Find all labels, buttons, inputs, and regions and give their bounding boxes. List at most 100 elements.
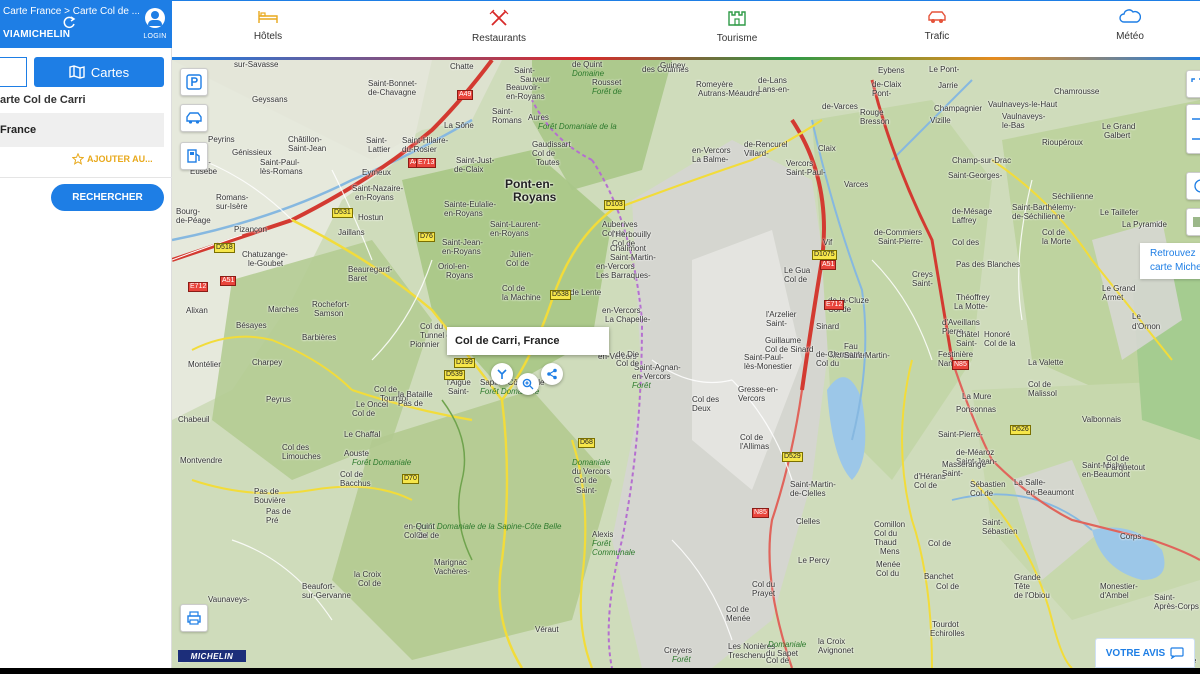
place-label: Saint-Paul- xyxy=(786,168,826,177)
place-label: Champ-sur-Drac xyxy=(952,156,1012,165)
share-icon[interactable] xyxy=(62,16,76,30)
place-label: Alixan xyxy=(186,306,208,315)
cloud-icon xyxy=(1119,9,1141,23)
car-icon xyxy=(928,11,946,23)
michelin-logo: MICHELIN xyxy=(178,650,246,662)
place-label: Saint- xyxy=(912,279,933,288)
place-label: Monestier- xyxy=(1100,582,1138,591)
search-input[interactable] xyxy=(0,57,27,87)
print-button[interactable] xyxy=(180,604,208,632)
place-label: Aures xyxy=(528,113,549,122)
place-label: en-Vercors xyxy=(692,146,731,155)
place-label: Rochefort- xyxy=(312,300,350,309)
place-label: Pont- xyxy=(872,89,892,98)
panel-header: Carte France > Carte Col de ... VIAMICHE… xyxy=(0,0,172,48)
zoom-here-button[interactable] xyxy=(517,373,539,395)
place-label: Lattier xyxy=(368,145,391,154)
place-label: Col de xyxy=(352,409,376,418)
place-label: Champagnier xyxy=(934,104,983,113)
place-label: Le Chaffal xyxy=(344,430,381,439)
place-label: Forêt Domaniale xyxy=(352,458,412,467)
road-label: N85 xyxy=(752,508,769,518)
search-button[interactable]: RECHERCHER xyxy=(51,184,164,211)
result-item[interactable]: France xyxy=(0,113,164,147)
layers-button[interactable] xyxy=(1186,208,1200,236)
nav-trafic[interactable]: Trafic xyxy=(877,9,997,42)
place-label: Col de la xyxy=(984,339,1016,348)
place-label: Mens xyxy=(880,547,900,556)
place-label: de-Péage xyxy=(176,216,211,225)
place-label: Col de xyxy=(784,275,808,284)
place-label: La Salle- xyxy=(1014,478,1046,487)
place-label: Jaillans xyxy=(338,228,365,237)
fuel-button[interactable] xyxy=(180,142,208,170)
place-label: Honoré xyxy=(984,330,1011,339)
route-button[interactable] xyxy=(491,363,513,385)
place-label: Saint-Martin- xyxy=(844,351,890,360)
road-label: D518 xyxy=(214,243,235,253)
nav-restaurants[interactable]: Restaurants xyxy=(439,9,559,44)
place-label: en-Royans xyxy=(442,247,481,256)
place-label: Rousset xyxy=(592,78,622,87)
road-label: D70 xyxy=(402,474,419,484)
place-label: Vercors xyxy=(786,159,814,168)
place-label: Col des xyxy=(282,443,310,452)
place-label: d'Ambel xyxy=(1100,591,1129,600)
road-label: E712 xyxy=(188,282,209,292)
fullscreen-button[interactable] xyxy=(1186,70,1200,98)
nav-hotels[interactable]: Hôtels xyxy=(208,9,328,42)
place-label: Saint-Jean- xyxy=(442,238,483,247)
locate-button[interactable] xyxy=(1186,172,1200,200)
magnifier-plus-icon xyxy=(522,378,534,390)
place-label: Saint-Paul- xyxy=(744,353,784,362)
place-label: Le Taillefer xyxy=(1100,208,1139,217)
place-label: Communale xyxy=(592,548,636,557)
place-label: Royans xyxy=(446,271,474,280)
place-label: Hostun xyxy=(358,213,384,222)
brand-logo[interactable]: VIAMICHELIN xyxy=(3,29,70,40)
place-label: Saint-Pierre- xyxy=(938,430,983,439)
place-label: Samson xyxy=(314,309,344,318)
zoom-controls[interactable] xyxy=(1186,104,1200,154)
place-label: du Vercors xyxy=(572,467,611,476)
nav-tourisme[interactable]: Tourisme xyxy=(677,9,797,44)
login-button[interactable]: LOGIN xyxy=(142,8,168,40)
place-label: de-Méaroz xyxy=(956,448,995,457)
traffic-layer-button[interactable] xyxy=(180,104,208,132)
parking-button[interactable] xyxy=(180,68,208,96)
place-label: Charpey xyxy=(252,358,283,367)
map-canvas[interactable]: Pont-en- Royans sur-Savasse Geyssans Peyrins… xyxy=(172,60,1200,668)
road-label: D531 xyxy=(332,208,353,218)
place-label: la Croix xyxy=(354,570,382,579)
place-label: lès-Monestier xyxy=(744,362,793,371)
place-label: Col de xyxy=(616,359,640,368)
nav-meteo[interactable]: Météo xyxy=(1070,9,1190,42)
place-label: Col de xyxy=(1028,380,1052,389)
cartes-button[interactable]: Cartes xyxy=(34,57,164,87)
place-label: de l'Obiou xyxy=(1014,591,1050,600)
nav-label: Trafic xyxy=(924,31,950,42)
place-label: Génissieux xyxy=(232,148,272,157)
place-label: Saint- xyxy=(956,339,977,348)
place-label: Pionnier xyxy=(410,340,440,349)
add-favorite-button[interactable]: AJOUTER AU... xyxy=(72,153,153,165)
place-label: de Quint xyxy=(572,60,603,69)
place-label: Le Grand xyxy=(1102,122,1136,131)
share-location-button[interactable] xyxy=(541,363,563,385)
place-label: Tête xyxy=(1014,582,1031,591)
place-label: Menée xyxy=(726,614,751,623)
place-label: Toutes xyxy=(536,158,560,167)
road-label: E713 xyxy=(416,158,437,168)
road-label: D103 xyxy=(604,200,625,210)
place-label: La Mure xyxy=(962,392,992,401)
feedback-button[interactable]: VOTRE AVIS xyxy=(1095,638,1195,668)
place-label: Le Grand xyxy=(1102,284,1136,293)
nav-label: Restaurants xyxy=(472,33,526,44)
place-label: le-Bas xyxy=(1002,121,1025,130)
place-label: Véraut xyxy=(535,625,559,634)
place-label: Col de xyxy=(928,539,952,548)
promo-box[interactable]: Retrouvez carte Michel xyxy=(1140,243,1200,279)
road-label: E712 xyxy=(824,300,845,310)
place-label: Beaufort- xyxy=(302,582,335,591)
place-label: Col de xyxy=(532,149,556,158)
